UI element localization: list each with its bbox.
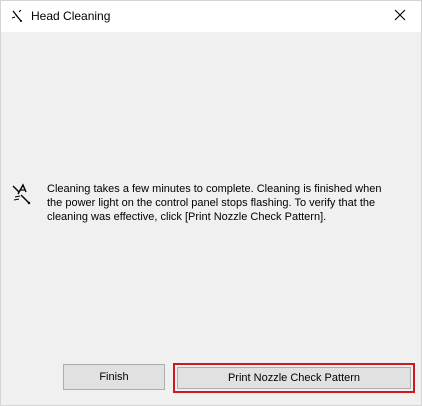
print-button-highlight: Print Nozzle Check Pattern: [173, 363, 415, 393]
print-nozzle-check-pattern-button[interactable]: Print Nozzle Check Pattern: [177, 367, 411, 389]
finish-button[interactable]: Finish: [63, 364, 165, 390]
close-icon: [394, 8, 406, 26]
dialog-content: Cleaning takes a few minutes to complete…: [1, 32, 421, 405]
title-bar: Head Cleaning: [1, 1, 421, 32]
head-cleaning-dialog: Head Cleaning Cleaning takes a few minut…: [0, 0, 422, 406]
head-cleaning-icon: [11, 183, 33, 205]
printer-head-icon: [10, 9, 24, 23]
window-title: Head Cleaning: [31, 9, 111, 23]
cleaning-message: Cleaning takes a few minutes to complete…: [47, 183, 382, 223]
close-button[interactable]: [379, 1, 421, 32]
